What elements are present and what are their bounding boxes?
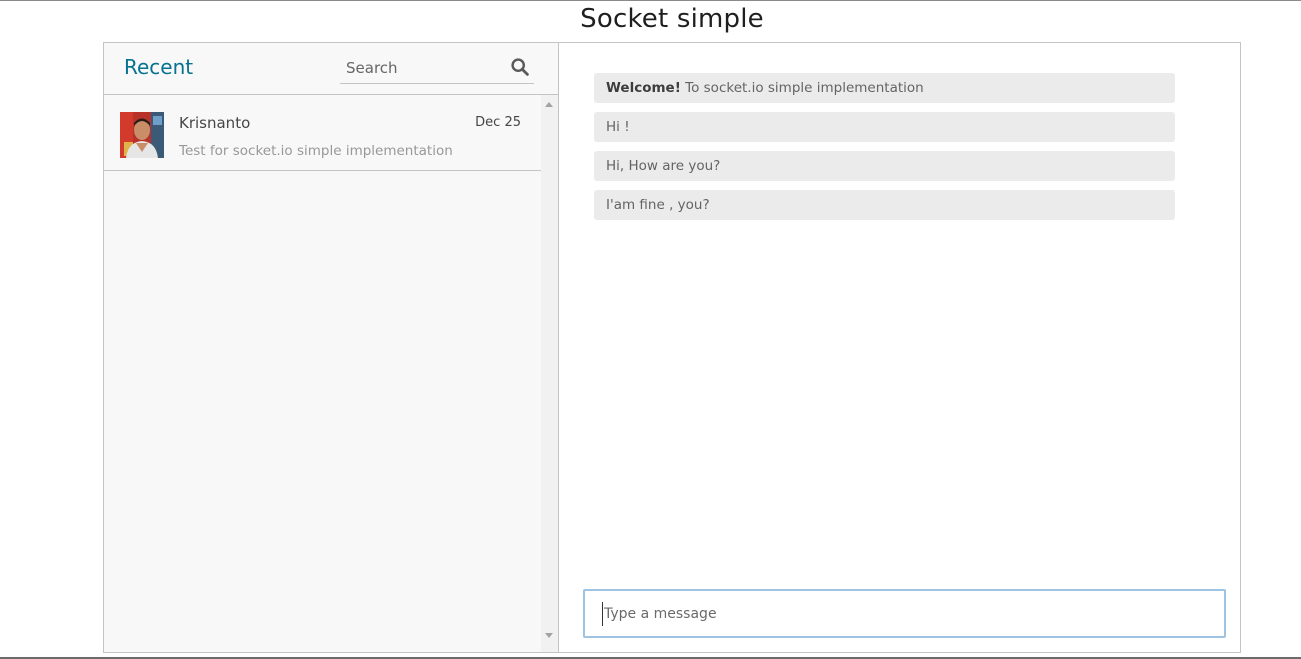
avatar: [120, 112, 164, 158]
message-bubble: Welcome! To socket.io simple implementat…: [594, 73, 1175, 103]
messaging-container: Recent Search Krisnanto Dec 25 Test for …: [103, 42, 1241, 653]
message-history: Welcome! To socket.io simple implementat…: [594, 73, 1175, 229]
chat-preview-text: Test for socket.io simple implementation: [179, 143, 453, 159]
conversation-panel: Welcome! To socket.io simple implementat…: [559, 43, 1240, 652]
top-divider: [0, 0, 1301, 1]
scroll-down-arrow-icon[interactable]: [545, 633, 553, 638]
inbox-header: Recent: [104, 43, 558, 95]
message-bubble: I'am fine , you?: [594, 190, 1175, 220]
scroll-up-arrow-icon[interactable]: [545, 102, 553, 107]
message-bubble: Hi, How are you?: [594, 151, 1175, 181]
message-bubble: Hi !: [594, 112, 1175, 142]
chat-list-item[interactable]: Krisnanto Dec 25 Test for socket.io simp…: [104, 95, 541, 171]
search-button[interactable]: [510, 57, 530, 79]
search-icon: [511, 57, 529, 76]
recent-heading: Recent: [124, 55, 194, 79]
search-bar: [340, 53, 534, 84]
chat-date: Dec 25: [475, 115, 521, 130]
chat-list: Krisnanto Dec 25 Test for socket.io simp…: [104, 95, 558, 652]
chat-list-scrollbar[interactable]: [541, 95, 558, 652]
inbox-panel: Recent Search Krisnanto Dec 25 Test for …: [104, 43, 559, 652]
message-bold-text: Welcome!: [606, 80, 681, 96]
page-title: Socket simple: [580, 4, 764, 34]
chat-contact-name: Krisnanto: [179, 114, 251, 132]
message-input[interactable]: [602, 602, 1204, 626]
message-text: I'am fine , you?: [606, 197, 710, 213]
user-photo-icon: [120, 112, 164, 158]
message-text: To socket.io simple implementation: [680, 80, 924, 96]
message-text: Hi, How are you?: [606, 158, 721, 174]
message-composer: [583, 589, 1226, 638]
search-input[interactable]: [340, 56, 506, 80]
message-text: Hi !: [606, 119, 630, 135]
